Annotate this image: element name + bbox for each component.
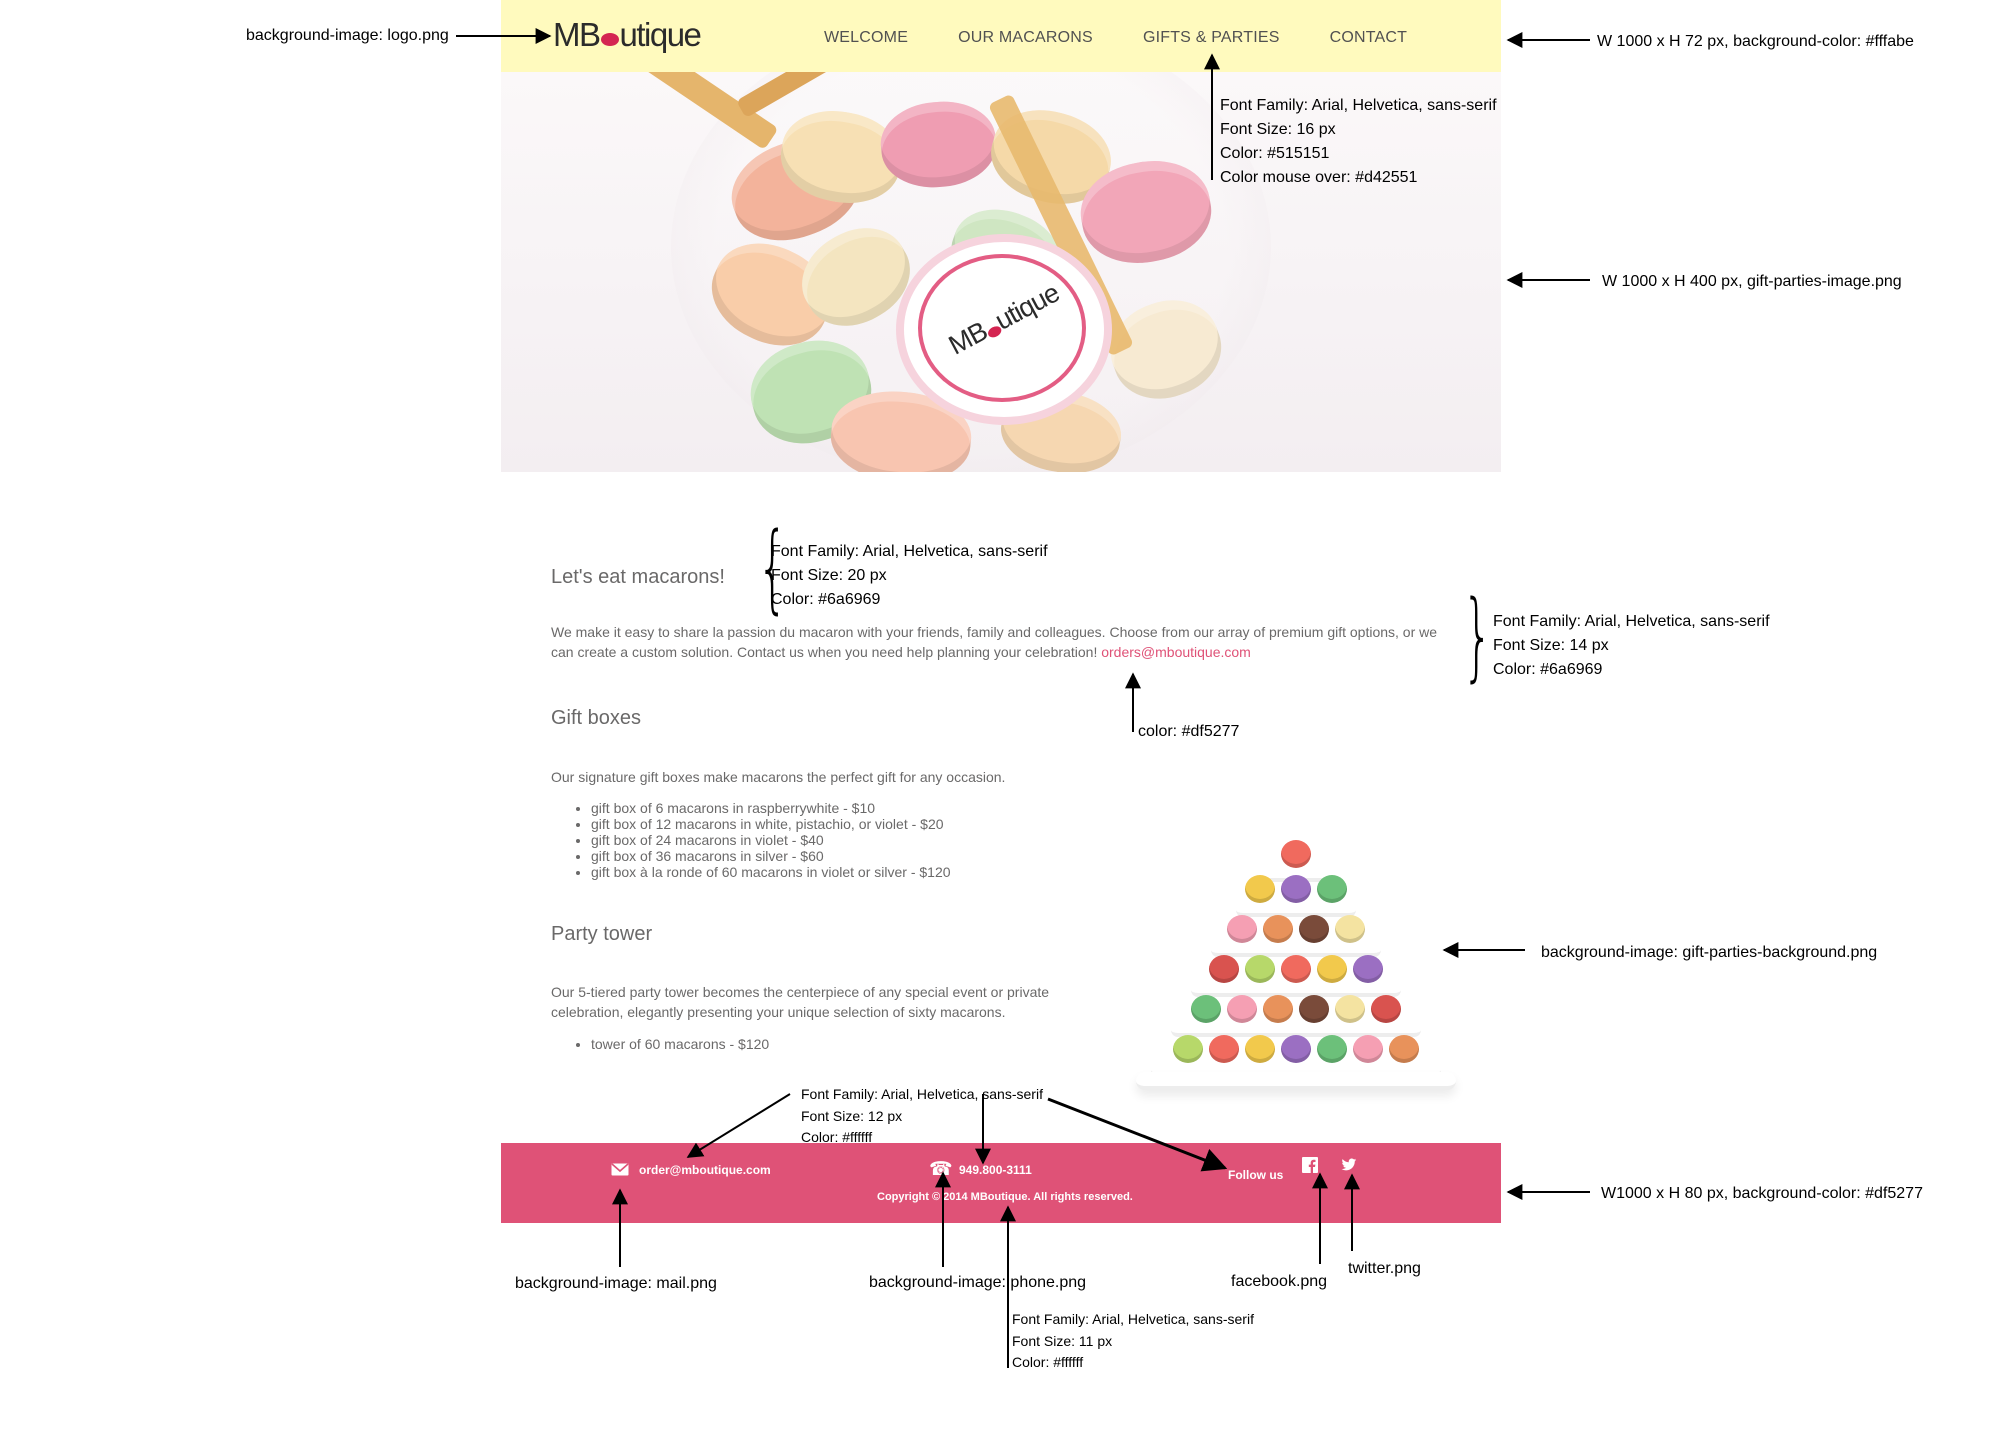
annotation-header-dims: W 1000 x H 72 px, background-color: #fff… — [1597, 33, 1914, 50]
nav-our-macarons[interactable]: OUR MACARONS — [958, 29, 1093, 47]
page-title: Let's eat macarons! — [551, 566, 725, 588]
list-item: gift box of 36 macarons in silver - $60 — [591, 848, 951, 864]
annotation-title-font: Font Family: Arial, Helvetica, sans-seri… — [771, 543, 1048, 608]
nav-welcome[interactable]: WELCOME — [824, 29, 908, 47]
footer-email-link[interactable]: order@mboutique.com — [639, 1163, 771, 1177]
gift-boxes-title: Gift boxes — [551, 707, 642, 729]
site-footer: order@mboutique.com ☎ 949.800-3111 Copyr… — [501, 1143, 1501, 1223]
annotation-copyright-font: Font Family: Arial, Helvetica, sans-seri… — [1012, 1311, 1254, 1371]
orders-email-link[interactable]: orders@mboutique.com — [1101, 644, 1251, 660]
body-brace: } — [1462, 580, 1493, 692]
annotation-footer-dims: W1000 x H 80 px, background-color: #df52… — [1601, 1185, 1923, 1202]
annotation-footer-font: Font Family: Arial, Helvetica, sans-seri… — [801, 1086, 1043, 1146]
follow-us-label: Follow us — [1228, 1168, 1284, 1182]
facebook-icon[interactable] — [1302, 1157, 1318, 1173]
gift-boxes-list: gift box of 6 macarons in raspberrywhite… — [551, 800, 951, 880]
annotation-logo: background-image: logo.png — [246, 27, 449, 44]
list-item: gift box of 12 macarons in white, pistac… — [591, 816, 951, 832]
annotation-twitter: twitter.png — [1348, 1260, 1421, 1277]
party-tower-title: Party tower — [551, 923, 653, 945]
list-item: gift box of 24 macarons in violet - $40 — [591, 832, 951, 848]
annotation-nav-font: Font Family: Arial, Helvetica, sans-seri… — [1220, 97, 1497, 186]
main-nav: WELCOME OUR MACARONS GIFTS & PARTIES CON… — [824, 29, 1407, 47]
intro-text: We make it easy to share la passion du m… — [551, 624, 1438, 660]
list-item: tower of 60 macarons - $120 — [591, 1036, 769, 1052]
phone-icon: ☎ — [929, 1159, 953, 1180]
gift-boxes-text: Our signature gift boxes make macarons t… — [551, 769, 1006, 785]
annotation-phone: background-image: phone.png — [869, 1274, 1087, 1291]
annotation-hero-dims: W 1000 x H 400 px, gift-parties-image.pn… — [1602, 273, 1902, 290]
footer-copyright: Copyright © 2014 MBoutique. All rights r… — [877, 1191, 1133, 1203]
annotation-body-font: Font Family: Arial, Helvetica, sans-seri… — [1493, 613, 1770, 678]
list-item: gift box à la ronde of 60 macarons in vi… — [591, 864, 951, 880]
site-header: MB utique WELCOME OUR MACARONS GIFTS & P… — [501, 0, 1501, 72]
annotation-mail: background-image: mail.png — [515, 1275, 717, 1292]
site-logo[interactable]: MB utique — [553, 10, 702, 60]
annotation-tower-bg: background-image: gift-parties-backgroun… — [1541, 944, 1878, 961]
macaron-tower-image — [1131, 800, 1461, 1100]
mail-icon — [611, 1163, 629, 1176]
nav-gifts-parties[interactable]: GIFTS & PARTIES — [1143, 29, 1280, 47]
list-item: gift box of 6 macarons in raspberrywhite… — [591, 800, 951, 816]
footer-phone: 949.800-3111 — [959, 1163, 1032, 1177]
nav-contact[interactable]: CONTACT — [1330, 29, 1408, 47]
logo-text-right: utique — [619, 16, 702, 53]
annotation-facebook: facebook.png — [1231, 1273, 1328, 1290]
logo-macaron-icon — [600, 32, 619, 46]
twitter-icon[interactable] — [1341, 1158, 1357, 1172]
party-tower-list: tower of 60 macarons - $120 — [551, 1036, 769, 1052]
logo-text-left: MB — [553, 16, 601, 53]
annotation-link-color: color: #df5277 — [1138, 723, 1240, 740]
hero-logo-label: MButique — [904, 242, 1104, 417]
party-tower-text: Our 5-tiered party tower becomes the cen… — [551, 984, 1050, 1020]
